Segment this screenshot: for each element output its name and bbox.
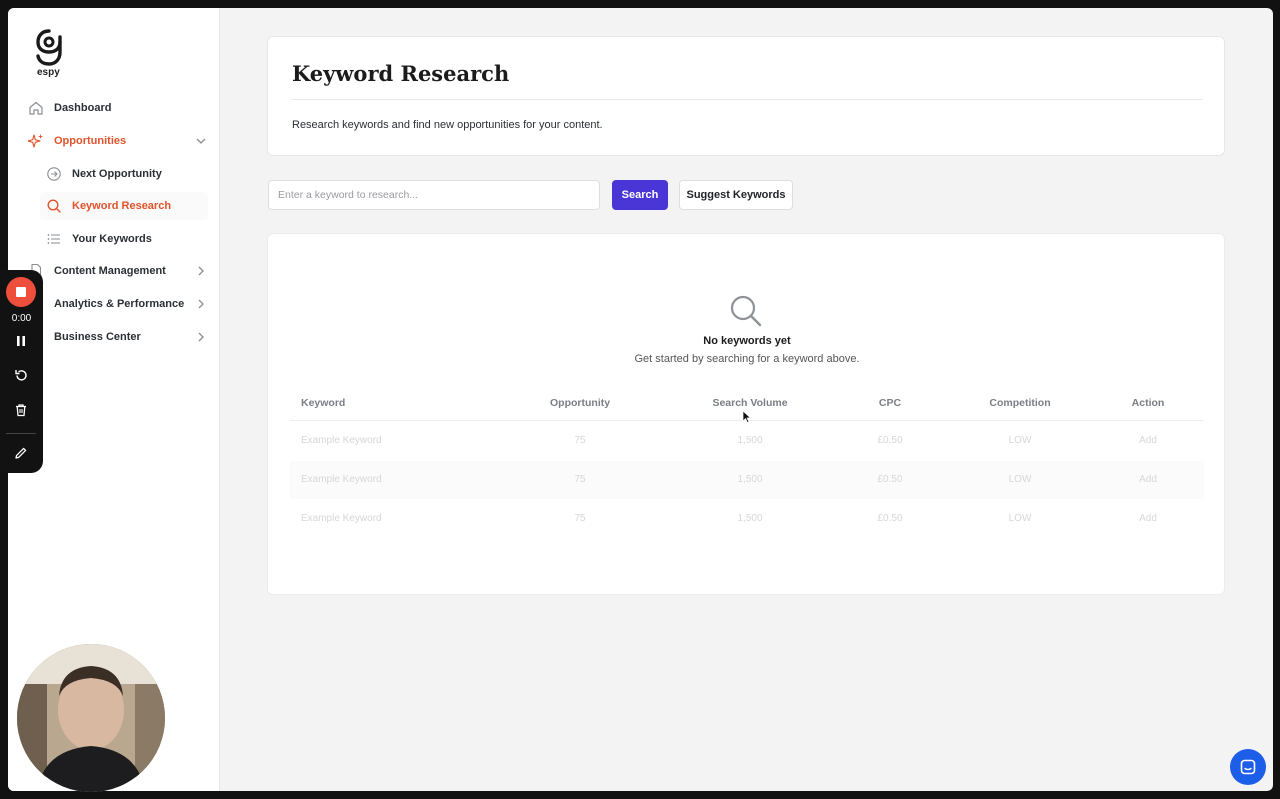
home-icon xyxy=(28,100,44,116)
presenter-video xyxy=(17,644,165,792)
opportunity-cell: 75 xyxy=(574,513,586,524)
search-icon xyxy=(730,295,762,327)
page-subtitle: Research keywords and find new opportuni… xyxy=(292,119,603,131)
mouse-cursor-icon xyxy=(742,410,752,424)
competition-cell: LOW xyxy=(1008,513,1032,524)
sidebar-item-label: Analytics & Performance xyxy=(54,298,185,310)
add-keyword-link[interactable]: Add xyxy=(1128,513,1168,524)
column-header-opportunity: Opportunity xyxy=(550,397,611,409)
webcam-bubble[interactable] xyxy=(17,644,165,792)
add-keyword-link[interactable]: Add xyxy=(1128,435,1168,446)
pause-icon[interactable] xyxy=(12,332,30,350)
sidebar-item-label: Dashboard xyxy=(54,102,112,114)
search-button[interactable]: Search xyxy=(612,180,668,210)
column-header-cpc: CPC xyxy=(878,397,902,409)
app-window: espy Dashboard Opportunities Next Opport… xyxy=(8,8,1273,791)
sidebar-item-opportunities[interactable]: Opportunities xyxy=(22,127,208,155)
search-volume-cell: 1,500 xyxy=(737,474,763,485)
divider xyxy=(6,433,36,434)
search-volume-cell: 1,500 xyxy=(737,513,763,524)
column-header-search-volume: Search Volume xyxy=(712,397,788,409)
empty-state-subtitle: Get started by searching for a keyword a… xyxy=(634,353,860,365)
search-icon xyxy=(46,198,62,214)
sidebar-item-dashboard[interactable]: Dashboard xyxy=(22,94,208,122)
stop-recording-button[interactable] xyxy=(6,277,36,307)
table-row: Example Keyword 75 1,500 £0.50 LOW Add xyxy=(290,500,1204,538)
sidebar-item-label: Next Opportunity xyxy=(72,168,162,180)
brand-name: espy xyxy=(37,67,60,78)
keyword-search-input[interactable] xyxy=(268,180,600,210)
keyword-cell: Example Keyword xyxy=(301,513,382,524)
table-row: Example Keyword 75 1,500 £0.50 LOW Add xyxy=(290,422,1204,460)
chat-launcher-button[interactable] xyxy=(1230,749,1266,785)
divider xyxy=(292,99,1202,100)
sparkles-icon xyxy=(28,133,44,149)
cpc-cell: £0.50 xyxy=(877,474,903,485)
restart-icon[interactable] xyxy=(12,366,30,384)
chevron-right-icon[interactable] xyxy=(194,297,208,311)
sidebar-item-label: Opportunities xyxy=(54,135,127,147)
add-keyword-link[interactable]: Add xyxy=(1128,474,1168,485)
chevron-right-icon[interactable] xyxy=(194,264,208,278)
sidebar-item-keyword-research[interactable]: Keyword Research xyxy=(40,192,208,220)
cpc-cell: £0.50 xyxy=(877,435,903,446)
page-title: Keyword Research xyxy=(292,61,510,86)
cpc-cell: £0.50 xyxy=(877,513,903,524)
chevron-right-icon[interactable] xyxy=(194,330,208,344)
suggest-keywords-button[interactable]: Suggest Keywords xyxy=(679,180,793,210)
chevron-down-icon[interactable] xyxy=(194,134,208,148)
sidebar-item-content-management[interactable]: Content Management xyxy=(22,257,208,285)
list-icon xyxy=(46,231,62,247)
sidebar-item-next-opportunity[interactable]: Next Opportunity xyxy=(40,160,208,188)
sidebar-item-label: Business Center xyxy=(54,331,141,343)
sidebar-item-label: Your Keywords xyxy=(72,233,152,245)
table-row: Example Keyword 75 1,500 £0.50 LOW Add xyxy=(290,461,1204,499)
chat-icon xyxy=(1240,759,1256,775)
opportunity-cell: 75 xyxy=(574,435,586,446)
trash-icon[interactable] xyxy=(12,401,30,419)
recorder-toolbar: 0:00 xyxy=(0,270,43,473)
sidebar-item-label: Content Management xyxy=(54,265,166,277)
opportunity-cell: 75 xyxy=(574,474,586,485)
keyword-cell: Example Keyword xyxy=(301,474,382,485)
sidebar-item-label: Keyword Research xyxy=(72,200,172,212)
sidebar-item-your-keywords[interactable]: Your Keywords xyxy=(40,225,208,253)
search-volume-cell: 1,500 xyxy=(737,435,763,446)
empty-state-title: No keywords yet xyxy=(703,335,791,347)
sidebar-item-business-center[interactable]: Business Center xyxy=(22,323,208,351)
arrow-circle-icon xyxy=(46,166,62,182)
column-header-competition: Competition xyxy=(989,397,1051,409)
keyword-cell: Example Keyword xyxy=(301,435,382,446)
recording-timer: 0:00 xyxy=(11,313,32,324)
pencil-icon[interactable] xyxy=(12,444,30,462)
competition-cell: LOW xyxy=(1008,474,1032,485)
column-header-action: Action xyxy=(1131,397,1165,409)
competition-cell: LOW xyxy=(1008,435,1032,446)
sidebar-item-analytics[interactable]: Analytics & Performance xyxy=(22,290,208,318)
column-header-keyword: Keyword xyxy=(301,397,346,409)
page-header-card: Keyword Research Research keywords and f… xyxy=(267,36,1225,156)
